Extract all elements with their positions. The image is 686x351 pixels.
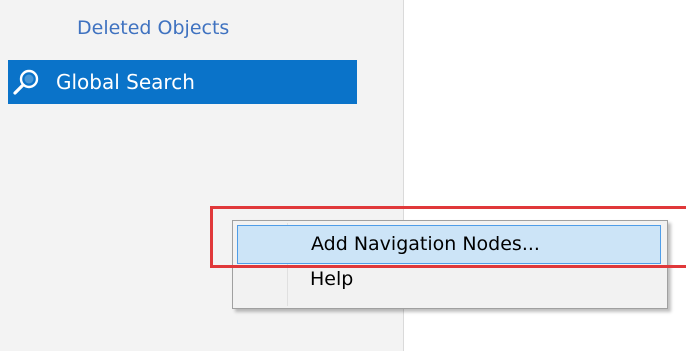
search-icon bbox=[13, 69, 39, 95]
nav-item-global-search[interactable]: Global Search bbox=[8, 60, 357, 104]
menu-item-help[interactable]: Help bbox=[237, 266, 661, 296]
global-search-label: Global Search bbox=[56, 70, 195, 94]
menu-item-label: Help bbox=[310, 268, 354, 290]
annotation-highlight-box bbox=[210, 206, 686, 268]
nav-item-deleted-objects[interactable]: Deleted Objects bbox=[77, 17, 229, 39]
